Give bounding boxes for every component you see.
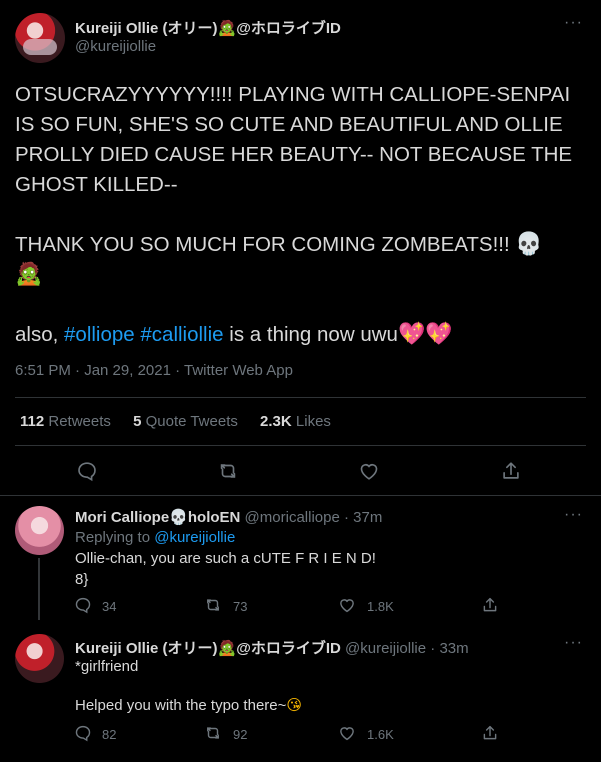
reply-icon[interactable] [76, 460, 98, 482]
display-name-row[interactable]: Kureiji Ollie (オリー)🧟@ホロライブID [75, 17, 341, 38]
reply-tweet[interactable]: Mori Calliope💀holoEN @moricalliope · 37m… [0, 496, 601, 620]
display-name[interactable]: Kureiji Ollie (オリー) [75, 640, 218, 657]
reply-icon[interactable] [74, 724, 92, 742]
reply-text-line-1: *girlfriend [75, 658, 139, 675]
tweet-text: OTSUCRAZYYYYYY!!!! PLAYING WITH CALLIOPE… [15, 80, 585, 350]
replying-to-handle[interactable]: @kureijiollie [154, 529, 235, 546]
replying-to: Replying to @kureijiollie [75, 529, 235, 546]
replying-to-label: Replying to [75, 529, 151, 546]
display-name[interactable]: Mori Calliope [75, 509, 169, 526]
reply-text-line-2: 8} [75, 571, 89, 588]
reply-text: Helped you with the typo there~ [75, 697, 287, 714]
retweets-label: Retweets [48, 413, 111, 430]
hashtag-olliope[interactable]: #olliope [64, 323, 135, 346]
sparkling-heart-emoji: 💖💖 [397, 322, 453, 347]
retweets-stat[interactable]: 112 Retweets [20, 413, 111, 430]
main-tweet: Kureiji Ollie (オリー)🧟@ホロライブID @kureijioll… [0, 0, 601, 495]
likes-count: 2.3K [260, 413, 292, 430]
reply-count: 82 [102, 727, 117, 742]
like-icon[interactable] [338, 596, 356, 614]
more-options-icon[interactable]: ··· [564, 634, 583, 652]
reply-header: Mori Calliope💀holoEN @moricalliope · 37m [75, 508, 382, 526]
likes-label: Likes [295, 413, 331, 430]
handle[interactable]: @moricalliope [245, 509, 340, 526]
para3-prefix: also, [15, 323, 59, 346]
zombie-emoji: 🧟 [217, 639, 237, 657]
tweet-timestamp[interactable]: 6:51 PM · Jan 29, 2021 · Twitter Web App [15, 362, 293, 379]
name-suffix: @ホロライブID [236, 640, 341, 657]
skull-emoji: 💀 [515, 232, 543, 257]
retweet-icon[interactable] [204, 596, 222, 614]
handle[interactable]: @kureijiollie [345, 640, 426, 657]
name-suffix: holoEN [187, 509, 241, 526]
avatar[interactable] [15, 634, 64, 683]
avatar[interactable] [15, 506, 64, 555]
zombie-emoji-inline: 🧟 [15, 262, 43, 287]
para3-suffix: is a thing now uwu [229, 323, 398, 346]
engagement-stats: 112 Retweets 5 Quote Tweets 2.3K Likes [20, 413, 349, 430]
like-count: 1.6K [367, 727, 394, 742]
reply-header: Kureiji Ollie (オリー)🧟@ホロライブID @kureijioll… [75, 637, 469, 658]
tweet-paragraph-2: THANK YOU SO MUCH FOR COMING ZOMBEATS!!!… [15, 230, 585, 290]
like-count: 1.8K [367, 599, 394, 614]
skull-emoji: 💀 [169, 508, 188, 526]
share-icon[interactable] [481, 596, 499, 614]
more-options-icon[interactable]: ··· [564, 14, 583, 32]
retweets-count: 112 [20, 413, 45, 430]
like-icon[interactable] [338, 724, 356, 742]
reply-text-line-2: Helped you with the typo there~😘 [75, 696, 302, 714]
avatar[interactable] [15, 13, 65, 63]
name-suffix: @ホロライブID [236, 20, 341, 37]
thread-line [38, 558, 40, 620]
reply-time[interactable]: · 37m [344, 509, 382, 526]
kiss-emoji: 😘 [286, 696, 303, 714]
share-icon[interactable] [481, 724, 499, 742]
quote-tweets-stat[interactable]: 5 Quote Tweets [133, 413, 238, 430]
reply-icon[interactable] [74, 596, 92, 614]
more-options-icon[interactable]: ··· [564, 506, 583, 524]
tweet-paragraph-1: OTSUCRAZYYYYYY!!!! PLAYING WITH CALLIOPE… [15, 83, 573, 196]
reply-time[interactable]: · 33m [430, 640, 468, 657]
para2-text: THANK YOU SO MUCH FOR COMING ZOMBEATS!!! [15, 233, 510, 256]
quotes-count: 5 [133, 413, 142, 430]
reply-text-line-1: Ollie-chan, you are such a cUTE F R I E … [75, 550, 376, 567]
hashtag-calliollie[interactable]: #calliollie [140, 323, 223, 346]
retweet-count: 73 [233, 599, 248, 614]
divider [15, 397, 586, 398]
zombie-emoji: 🧟 [217, 19, 237, 37]
retweet-count: 92 [233, 727, 248, 742]
reply-tweet[interactable]: Kureiji Ollie (オリー)🧟@ホロライブID @kureijioll… [0, 620, 601, 762]
quotes-label: Quote Tweets [145, 413, 238, 430]
share-icon[interactable] [500, 460, 522, 482]
tweet-actions [0, 456, 601, 486]
likes-stat[interactable]: 2.3K Likes [260, 413, 331, 430]
handle[interactable]: @kureijiollie [75, 38, 156, 55]
divider [15, 445, 586, 446]
reply-count: 34 [102, 599, 117, 614]
display-name[interactable]: Kureiji Ollie (オリー) [75, 20, 218, 37]
retweet-icon[interactable] [217, 460, 239, 482]
like-icon[interactable] [358, 460, 380, 482]
tweet-paragraph-3: also, #olliope #calliollie is a thing no… [15, 320, 585, 350]
retweet-icon[interactable] [204, 724, 222, 742]
